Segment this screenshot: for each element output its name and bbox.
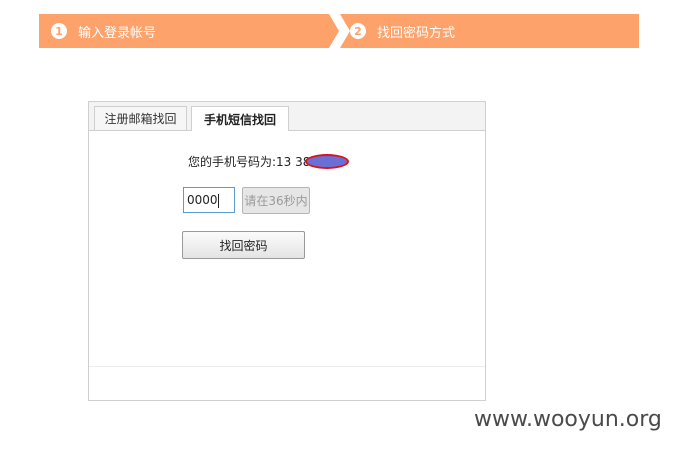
step-1: 1 输入登录帐号 bbox=[39, 14, 339, 48]
text-cursor bbox=[218, 194, 219, 208]
tab-email-recovery[interactable]: 注册邮箱找回 bbox=[94, 106, 187, 130]
step-progress-bar: 1 输入登录帐号 2 找回密码方式 bbox=[39, 14, 639, 48]
recover-password-button[interactable]: 找回密码 bbox=[182, 231, 305, 259]
step-2: 2 找回密码方式 bbox=[339, 14, 639, 48]
phone-number-text: 您的手机号码为:13 382 bbox=[188, 155, 319, 169]
step-2-label: 找回密码方式 bbox=[377, 25, 456, 41]
recovery-panel: 注册邮箱找回 手机短信找回 您的手机号码为:13 382 请在36秒内 找回密码 bbox=[88, 101, 486, 401]
sms-code-input[interactable] bbox=[183, 187, 235, 213]
step-1-label: 输入登录帐号 bbox=[78, 25, 157, 41]
step-2-number: 2 bbox=[350, 23, 366, 39]
panel-divider bbox=[89, 366, 485, 367]
resend-countdown-button[interactable]: 请在36秒内 bbox=[242, 187, 310, 214]
step-1-number: 1 bbox=[51, 23, 67, 39]
watermark-text: www.wooyun.org bbox=[474, 407, 662, 432]
tab-bar: 注册邮箱找回 手机短信找回 bbox=[89, 102, 485, 131]
tab-sms-recovery[interactable]: 手机短信找回 bbox=[191, 106, 289, 131]
redaction-mark bbox=[305, 154, 349, 169]
